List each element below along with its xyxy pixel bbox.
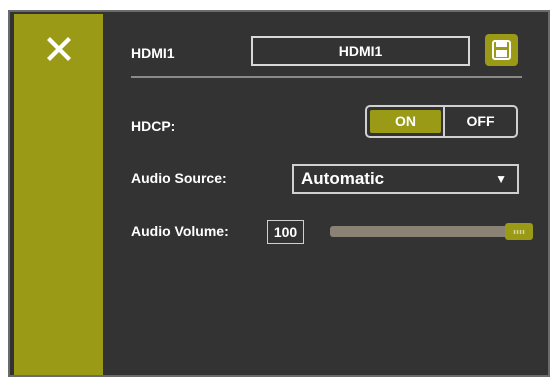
grip-icon: [513, 230, 525, 234]
close-x-icon: [47, 37, 71, 61]
input-name-field[interactable]: HDMI1: [251, 36, 470, 66]
dropdown-triangle-icon: ▼: [495, 172, 507, 186]
save-floppy-icon: [492, 40, 511, 60]
audio-source-value: Automatic: [301, 169, 385, 188]
hdcp-toggle[interactable]: ON OFF: [365, 105, 518, 138]
input-settings-dialog: HDMI1 HDMI1 HDCP: ON OFF Audio Source: A…: [8, 10, 550, 377]
slider-track: [330, 226, 533, 237]
sidebar: [14, 14, 103, 375]
hdcp-off-button[interactable]: OFF: [445, 110, 516, 133]
close-button[interactable]: [44, 34, 74, 64]
hdcp-label: HDCP:: [131, 118, 176, 134]
audio-source-select[interactable]: Automatic ▼: [292, 164, 519, 194]
save-button[interactable]: [485, 34, 518, 66]
input-label: HDMI1: [131, 45, 175, 61]
settings-panel: HDMI1 HDMI1 HDCP: ON OFF Audio Source: A…: [105, 14, 548, 375]
header-divider: [131, 76, 522, 78]
audio-volume-slider[interactable]: [330, 223, 533, 240]
window: HDMI1 HDMI1 HDCP: ON OFF Audio Source: A…: [0, 0, 558, 383]
hdcp-on-button[interactable]: ON: [370, 110, 441, 133]
slider-handle[interactable]: [505, 223, 533, 240]
audio-source-label: Audio Source:: [131, 170, 227, 186]
audio-volume-label: Audio Volume:: [131, 223, 229, 239]
audio-volume-input[interactable]: 100: [267, 220, 304, 244]
